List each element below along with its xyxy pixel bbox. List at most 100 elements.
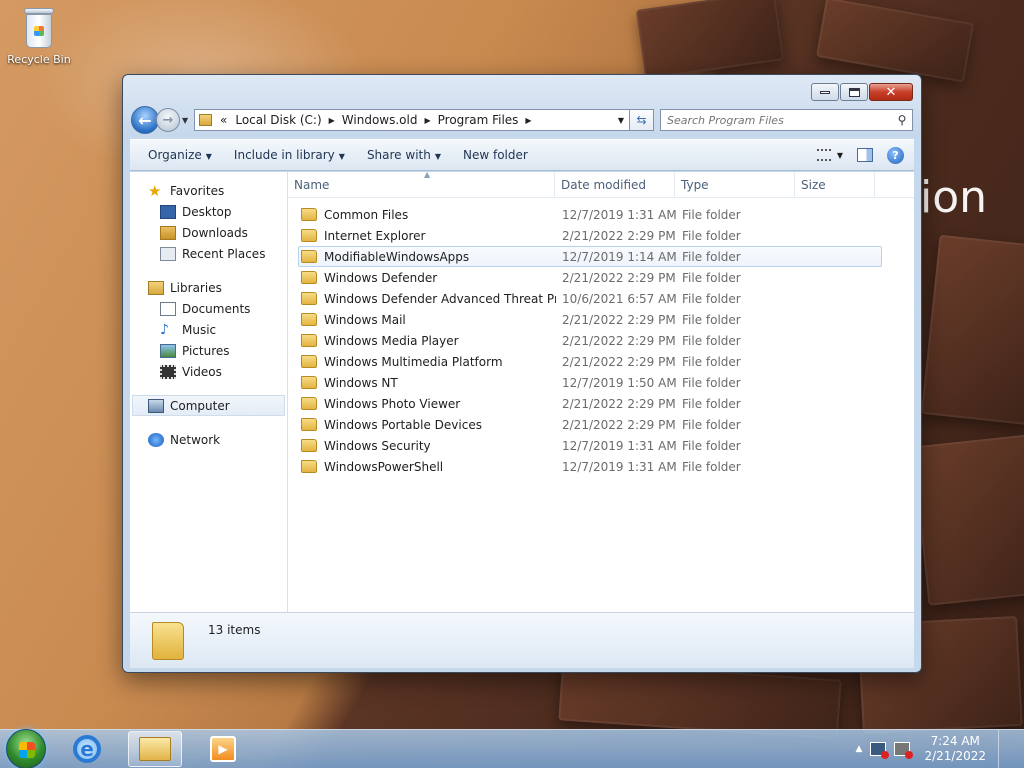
- column-name[interactable]: Name: [288, 172, 555, 197]
- table-row[interactable]: Windows Multimedia Platform 2/21/2022 2:2…: [298, 351, 882, 372]
- wallpaper-block: [911, 434, 1024, 606]
- file-type: File folder: [682, 375, 741, 390]
- column-size[interactable]: Size: [795, 172, 875, 197]
- start-button[interactable]: [6, 729, 46, 768]
- chevron-down-icon: ▼: [338, 152, 345, 161]
- navigation-row: ← → ▼ « Local Disk (C:) ▶ Windows.old ▶ …: [131, 105, 913, 135]
- show-desktop-button[interactable]: [998, 729, 1012, 768]
- file-date: 2/21/2022 2:29 PM: [562, 396, 676, 411]
- internet-explorer-icon: e: [73, 735, 101, 763]
- computer-icon: [148, 398, 164, 413]
- table-row[interactable]: Windows Photo Viewer 2/21/2022 2:29 PM Fil…: [298, 393, 882, 414]
- change-view-button[interactable]: ▼: [816, 149, 843, 161]
- file-date: 2/21/2022 2:29 PM: [562, 333, 676, 348]
- windows-explorer-icon: [139, 737, 171, 761]
- taskbar-media-player[interactable]: ▶: [196, 731, 250, 767]
- taskbar-windows-explorer[interactable]: [128, 731, 182, 767]
- forward-button[interactable]: →: [156, 108, 180, 132]
- forward-arrow-icon: →: [162, 112, 174, 128]
- taskbar: e ▶ ▲ 7:24 AM 2/21/2022: [0, 729, 1024, 768]
- address-dropdown-icon[interactable]: ▼: [613, 116, 629, 125]
- table-row[interactable]: Windows Defender Advanced Threat Pro... 1…: [298, 288, 882, 309]
- table-row[interactable]: ModifiableWindowsApps 12/7/2019 1:14 AM Fi…: [298, 246, 882, 267]
- chevron-right-icon[interactable]: ▶: [421, 116, 433, 125]
- nav-documents[interactable]: Documents: [130, 298, 287, 319]
- nav-computer[interactable]: Computer: [132, 395, 285, 416]
- star-icon: ★: [148, 181, 162, 200]
- wallpaper-block: [815, 0, 975, 83]
- table-row[interactable]: Windows Security 12/7/2019 1:31 AM File fo…: [298, 435, 882, 456]
- file-type: File folder: [682, 207, 741, 222]
- folder-icon: [301, 355, 317, 368]
- volume-muted-icon[interactable]: [894, 742, 914, 759]
- nav-downloads[interactable]: Downloads: [130, 222, 287, 243]
- maximize-icon: [848, 87, 860, 97]
- show-hidden-icons-icon[interactable]: ▲: [856, 744, 863, 754]
- close-button[interactable]: ✕: [869, 83, 913, 101]
- chevron-right-icon[interactable]: ▶: [326, 116, 338, 125]
- column-header-row: ▲ Name Date modified Type Size: [288, 170, 914, 198]
- file-name: Internet Explorer: [324, 228, 426, 243]
- table-row[interactable]: WindowsPowerShell 12/7/2019 1:31 AM File f…: [298, 456, 882, 477]
- breadcrumb-windows-old[interactable]: Windows.old: [338, 113, 422, 127]
- back-button[interactable]: ←: [131, 106, 159, 134]
- recent-pages-dropdown[interactable]: ▼: [182, 116, 192, 125]
- breadcrumb-program-files[interactable]: Program Files: [434, 113, 523, 127]
- column-date-modified[interactable]: Date modified: [555, 172, 675, 197]
- nav-videos[interactable]: Videos: [130, 361, 287, 382]
- nav-music[interactable]: ♪ Music: [130, 319, 287, 340]
- search-box[interactable]: ⚲: [660, 109, 913, 131]
- folder-icon: [301, 250, 317, 263]
- table-row[interactable]: Windows Portable Devices 2/21/2022 2:29 P…: [298, 414, 882, 435]
- column-name-label: Name: [294, 177, 330, 192]
- nav-favorites[interactable]: ★ Favorites: [130, 180, 287, 201]
- file-type: File folder: [682, 270, 741, 285]
- taskbar-internet-explorer[interactable]: e: [60, 731, 114, 767]
- folder-icon: [301, 418, 317, 431]
- file-name: Windows Portable Devices: [324, 417, 482, 432]
- new-folder-label: New folder: [463, 148, 528, 162]
- nav-libraries[interactable]: Libraries: [130, 277, 287, 298]
- organize-button[interactable]: Organize ▼: [140, 148, 226, 162]
- search-input[interactable]: [667, 113, 892, 127]
- column-type[interactable]: Type: [675, 172, 795, 197]
- file-type: File folder: [682, 333, 741, 348]
- breadcrumb-local-disk[interactable]: Local Disk (C:): [231, 113, 325, 127]
- search-icon[interactable]: ⚲: [892, 113, 912, 127]
- file-name: ModifiableWindowsApps: [324, 249, 470, 264]
- refresh-button[interactable]: ⇆: [630, 109, 654, 131]
- nav-pictures[interactable]: Pictures: [130, 340, 287, 361]
- nav-network[interactable]: Network: [130, 429, 287, 450]
- clock[interactable]: 7:24 AM 2/21/2022: [924, 734, 986, 764]
- nav-recent-places[interactable]: Recent Places: [130, 243, 287, 264]
- address-bar[interactable]: « Local Disk (C:) ▶ Windows.old ▶ Progra…: [194, 109, 630, 131]
- preview-pane-icon[interactable]: [857, 148, 873, 162]
- chevron-right-icon[interactable]: ▶: [522, 116, 534, 125]
- maximize-button[interactable]: [840, 83, 868, 101]
- network-status-icon[interactable]: [870, 742, 890, 759]
- music-icon: ♪: [160, 321, 169, 338]
- nav-desktop[interactable]: Desktop: [130, 201, 287, 222]
- file-date: 12/7/2019 1:31 AM: [562, 459, 677, 474]
- nav-desktop-label: Desktop: [182, 204, 232, 219]
- refresh-icon: ⇆: [636, 113, 647, 127]
- file-type: File folder: [682, 459, 741, 474]
- table-row[interactable]: Windows Media Player 2/21/2022 2:29 PM Fil…: [298, 330, 882, 351]
- column-date-label: Date modified: [561, 177, 647, 192]
- new-folder-button[interactable]: New folder: [455, 148, 542, 162]
- breadcrumb-overflow[interactable]: «: [216, 113, 231, 127]
- file-name: Windows Defender Advanced Threat Pro...: [324, 291, 556, 306]
- recycle-bin-icon: [22, 6, 56, 50]
- table-row[interactable]: Windows Defender 2/21/2022 2:29 PM File fo…: [298, 267, 882, 288]
- table-row[interactable]: Windows Mail 2/21/2022 2:29 PM File folder: [298, 309, 882, 330]
- minimize-button[interactable]: [811, 83, 839, 101]
- table-row[interactable]: Internet Explorer 2/21/2022 2:29 PM File f…: [298, 225, 882, 246]
- table-row[interactable]: Common Files 12/7/2019 1:31 AM File folder: [298, 204, 882, 225]
- share-with-button[interactable]: Share with ▼: [359, 148, 455, 162]
- recycle-bin-desktop-icon[interactable]: Recycle Bin: [6, 6, 72, 66]
- help-icon[interactable]: ?: [887, 146, 904, 164]
- file-name: Windows NT: [324, 375, 398, 390]
- folder-icon: [301, 292, 317, 305]
- include-in-library-button[interactable]: Include in library ▼: [226, 148, 359, 162]
- table-row[interactable]: Windows NT 12/7/2019 1:50 AM File folder: [298, 372, 882, 393]
